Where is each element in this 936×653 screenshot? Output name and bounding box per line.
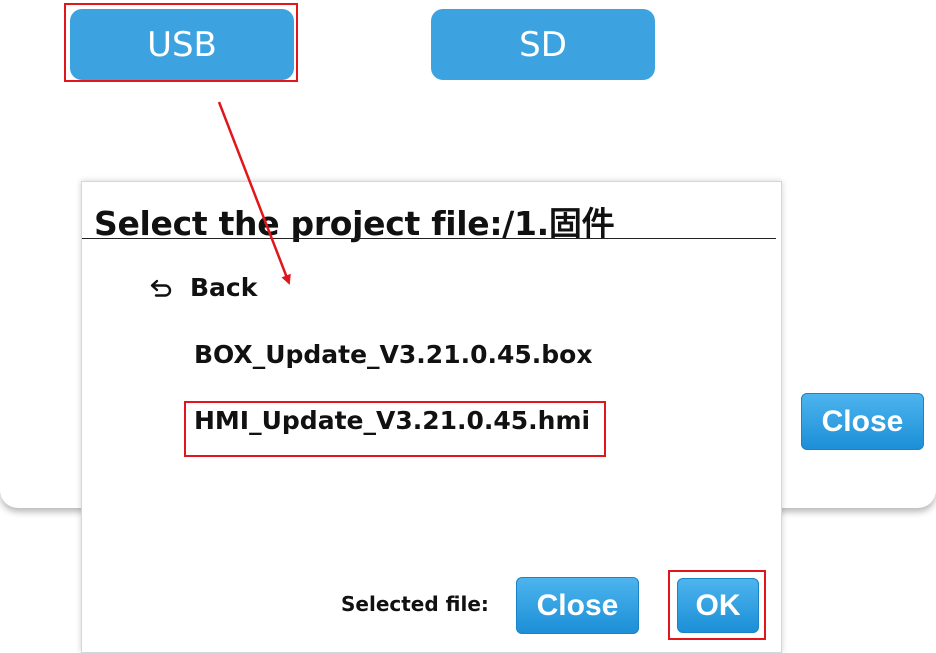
ok-highlight-box (668, 570, 766, 640)
back-label: Back (190, 273, 258, 302)
selected-file-label: Selected file: (341, 592, 489, 616)
dialog-close-button[interactable]: Close (516, 577, 639, 634)
usb-highlight-box (64, 3, 298, 82)
file-select-dialog: Select the project file:/1.固件 Back BOX_U… (81, 181, 782, 653)
title-divider (82, 238, 776, 239)
file-item-box[interactable]: BOX_Update_V3.21.0.45.box (194, 340, 592, 369)
back-arrow-icon (150, 279, 172, 297)
sd-button[interactable]: SD (431, 9, 655, 80)
background-close-button[interactable]: Close (801, 393, 924, 450)
file-highlight-box (184, 401, 606, 457)
back-item[interactable]: Back (150, 273, 257, 302)
